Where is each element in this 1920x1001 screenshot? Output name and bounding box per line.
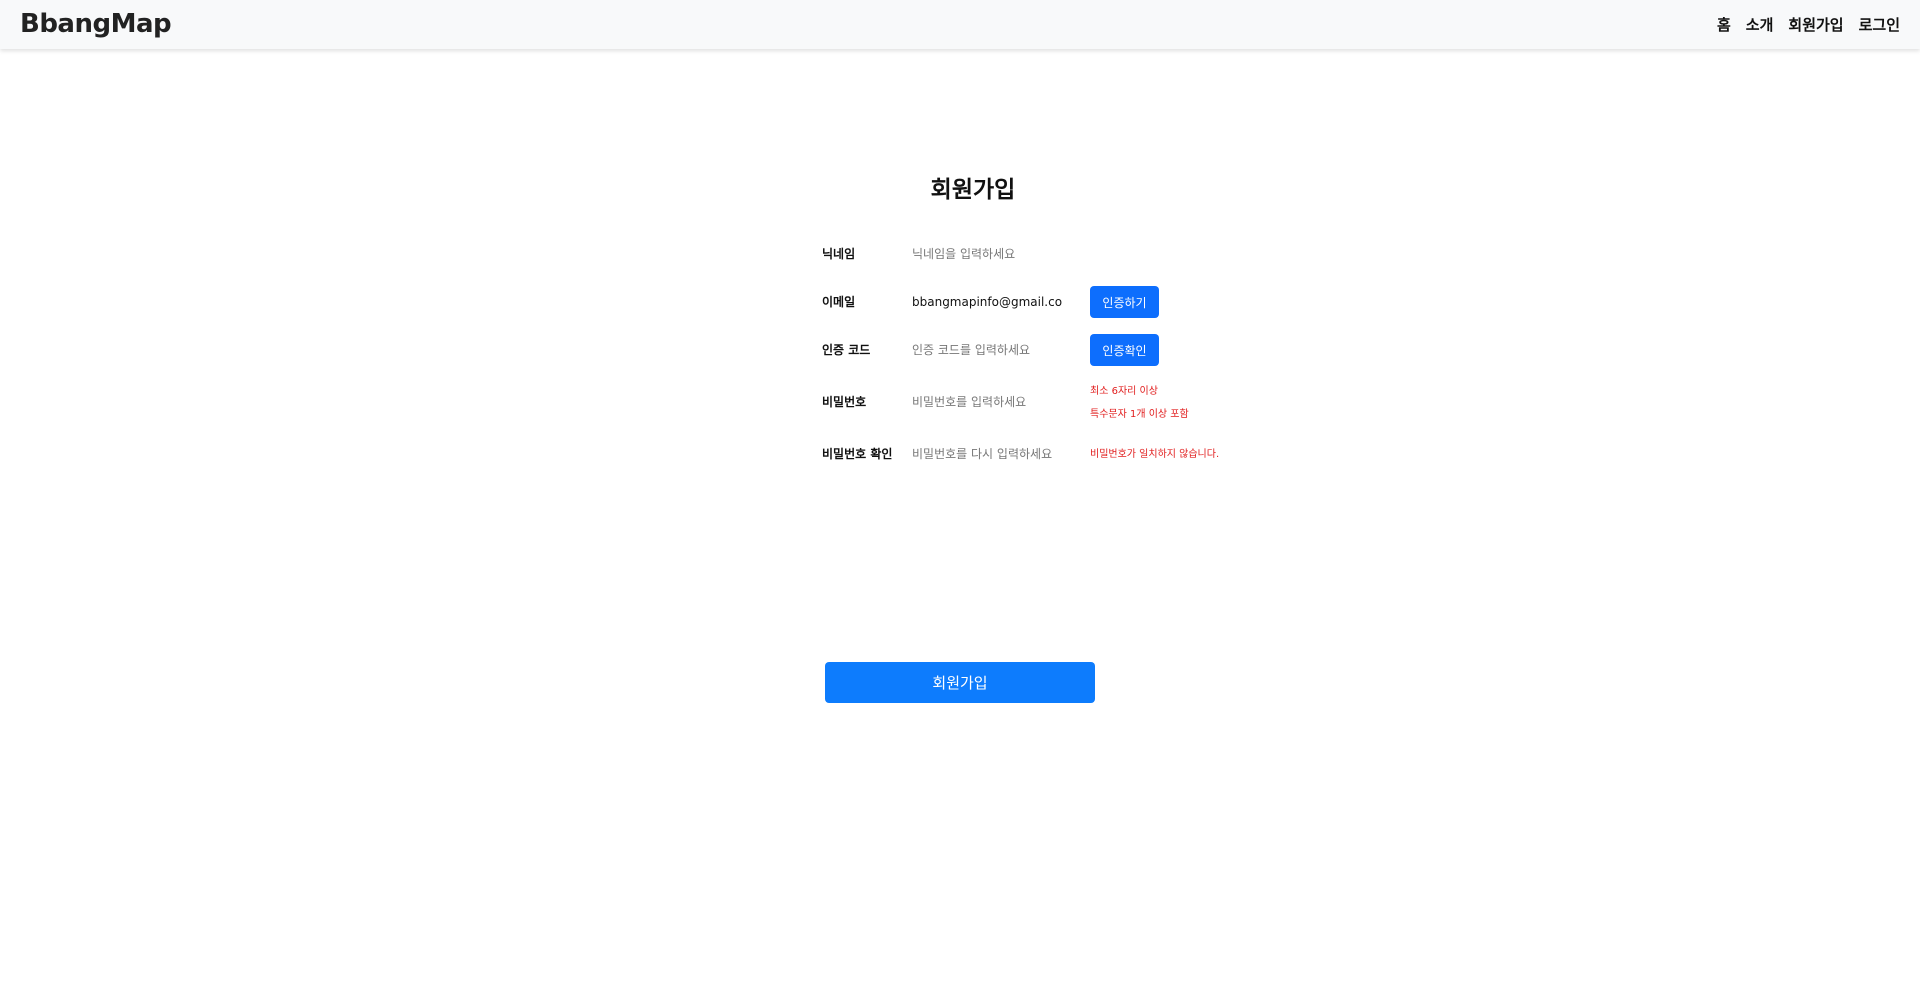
send-verification-button[interactable]: 인증하기 (1090, 286, 1159, 318)
nav-link-login[interactable]: 로그인 (1859, 15, 1900, 35)
confirm-code-button[interactable]: 인증확인 (1090, 334, 1159, 366)
nav-link-signup[interactable]: 회원가입 (1788, 15, 1843, 35)
code-label: 인증 코드 (822, 343, 871, 357)
password-confirm-label: 비밀번호 확인 (822, 447, 893, 461)
email-input[interactable] (910, 289, 1076, 315)
nav-link-about[interactable]: 소개 (1746, 15, 1774, 35)
password-row: 비밀번호 최소 6자리 이상 특수문자 1개 이상 포함 (822, 385, 1242, 420)
password-mismatch-hint: 비밀번호가 일치하지 않습니다. (1090, 449, 1220, 460)
password-confirm-input[interactable] (910, 441, 1076, 467)
page-title: 회원가입 (930, 177, 1016, 203)
nav-link-home[interactable]: 홈 (1717, 15, 1731, 35)
email-label: 이메일 (822, 295, 856, 309)
email-row: 이메일 인증하기 (822, 285, 1242, 319)
code-row: 인증 코드 인증확인 (822, 333, 1242, 367)
brand-logo[interactable]: BbangMap (20, 7, 172, 41)
navbar: BbangMap 홈 소개 회원가입 로그인 (0, 0, 1920, 49)
password-confirm-row: 비밀번호 확인 비밀번호가 일치하지 않습니다. (822, 437, 1242, 471)
signup-submit-button[interactable]: 회원가입 (825, 662, 1095, 703)
code-input[interactable] (910, 337, 1076, 363)
nickname-row: 닉네임 (822, 237, 1242, 271)
nickname-input[interactable] (910, 241, 1076, 267)
nav-links: 홈 소개 회원가입 로그인 (1702, 0, 1900, 49)
password-hint-length: 최소 6자리 이상 (1090, 386, 1158, 397)
nickname-label: 닉네임 (822, 247, 856, 261)
password-label: 비밀번호 (822, 395, 867, 409)
password-hint-special: 특수문자 1개 이상 포함 (1090, 409, 1189, 420)
password-input[interactable] (910, 389, 1076, 415)
